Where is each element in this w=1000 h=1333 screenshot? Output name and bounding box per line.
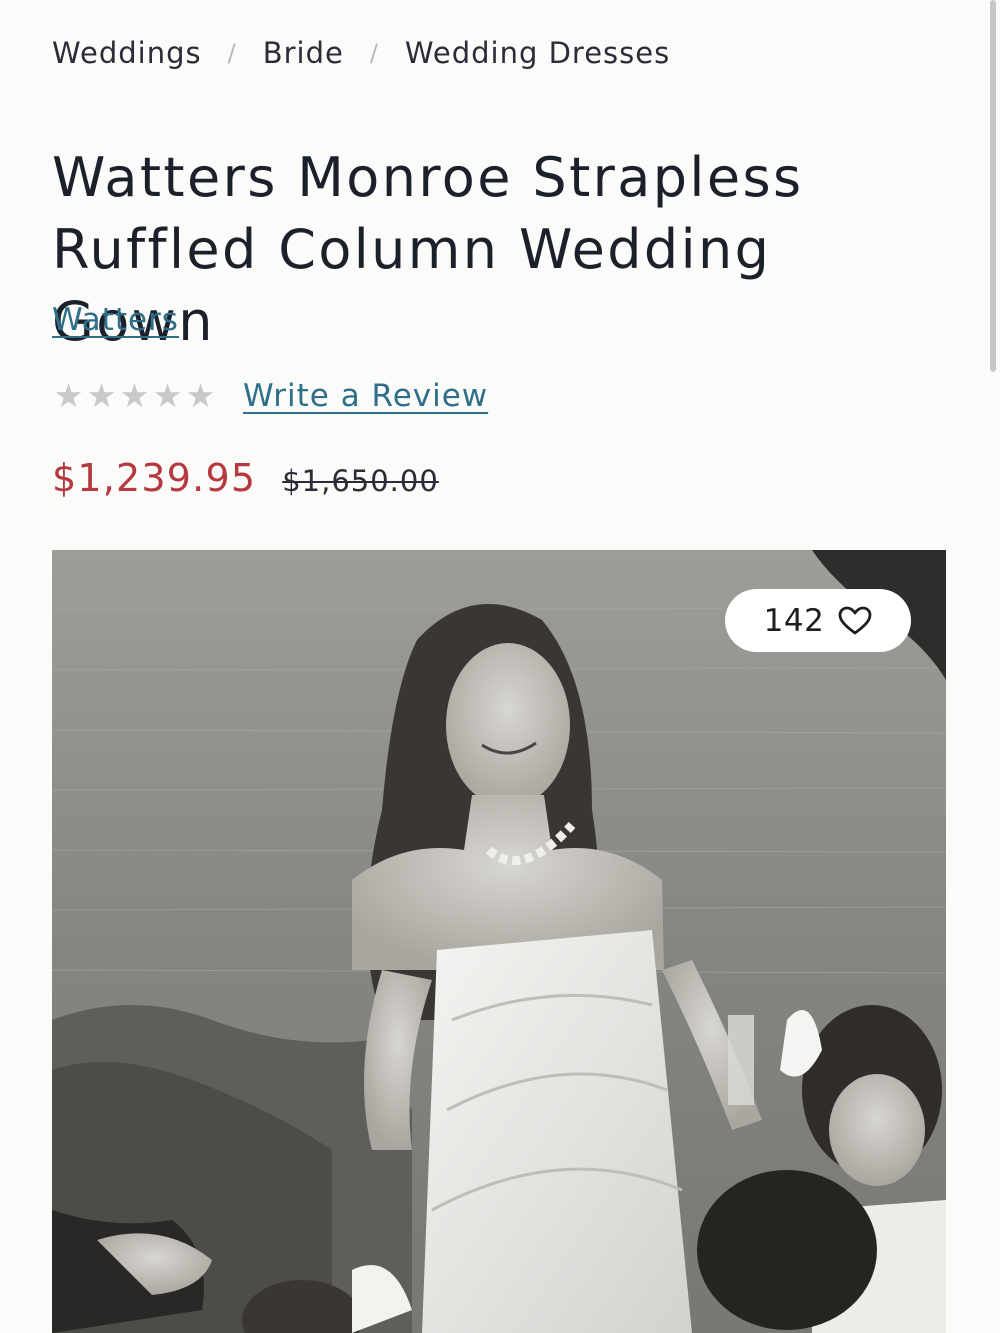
original-price: $1,650.00 [282, 464, 439, 498]
favorite-button[interactable]: 142 [725, 589, 911, 652]
write-review-link[interactable]: Write a Review [243, 378, 488, 414]
breadcrumb-bride[interactable]: Bride [263, 36, 344, 70]
product-title: Watters Monroe Strapless Ruffled Column … [52, 146, 804, 353]
breadcrumb-weddings[interactable]: Weddings [52, 36, 202, 70]
product-photo [52, 550, 946, 1333]
star-icon: ★ [185, 376, 216, 415]
breadcrumb-separator: / [369, 39, 379, 67]
product-image[interactable]: 142 [52, 550, 946, 1333]
star-icon: ★ [152, 376, 183, 415]
price-block: $1,239.95 $1,650.00 [52, 456, 439, 500]
star-rating[interactable]: ★ ★ ★ ★ ★ [52, 376, 217, 416]
sale-price: $1,239.95 [52, 456, 257, 500]
favorite-count: 142 [763, 602, 825, 639]
star-icon: ★ [53, 376, 84, 415]
star-icon: ★ [119, 376, 150, 415]
breadcrumb-wedding-dresses[interactable]: Wedding Dresses [405, 36, 670, 70]
breadcrumb: Weddings / Bride / Wedding Dresses [52, 36, 670, 70]
star-icon: ★ [86, 376, 117, 415]
breadcrumb-separator: / [227, 39, 237, 67]
heart-icon [838, 606, 872, 636]
rating-row: ★ ★ ★ ★ ★ Write a Review [52, 376, 488, 416]
brand-link[interactable]: Watters [52, 302, 179, 338]
scrollbar[interactable] [990, 0, 996, 372]
